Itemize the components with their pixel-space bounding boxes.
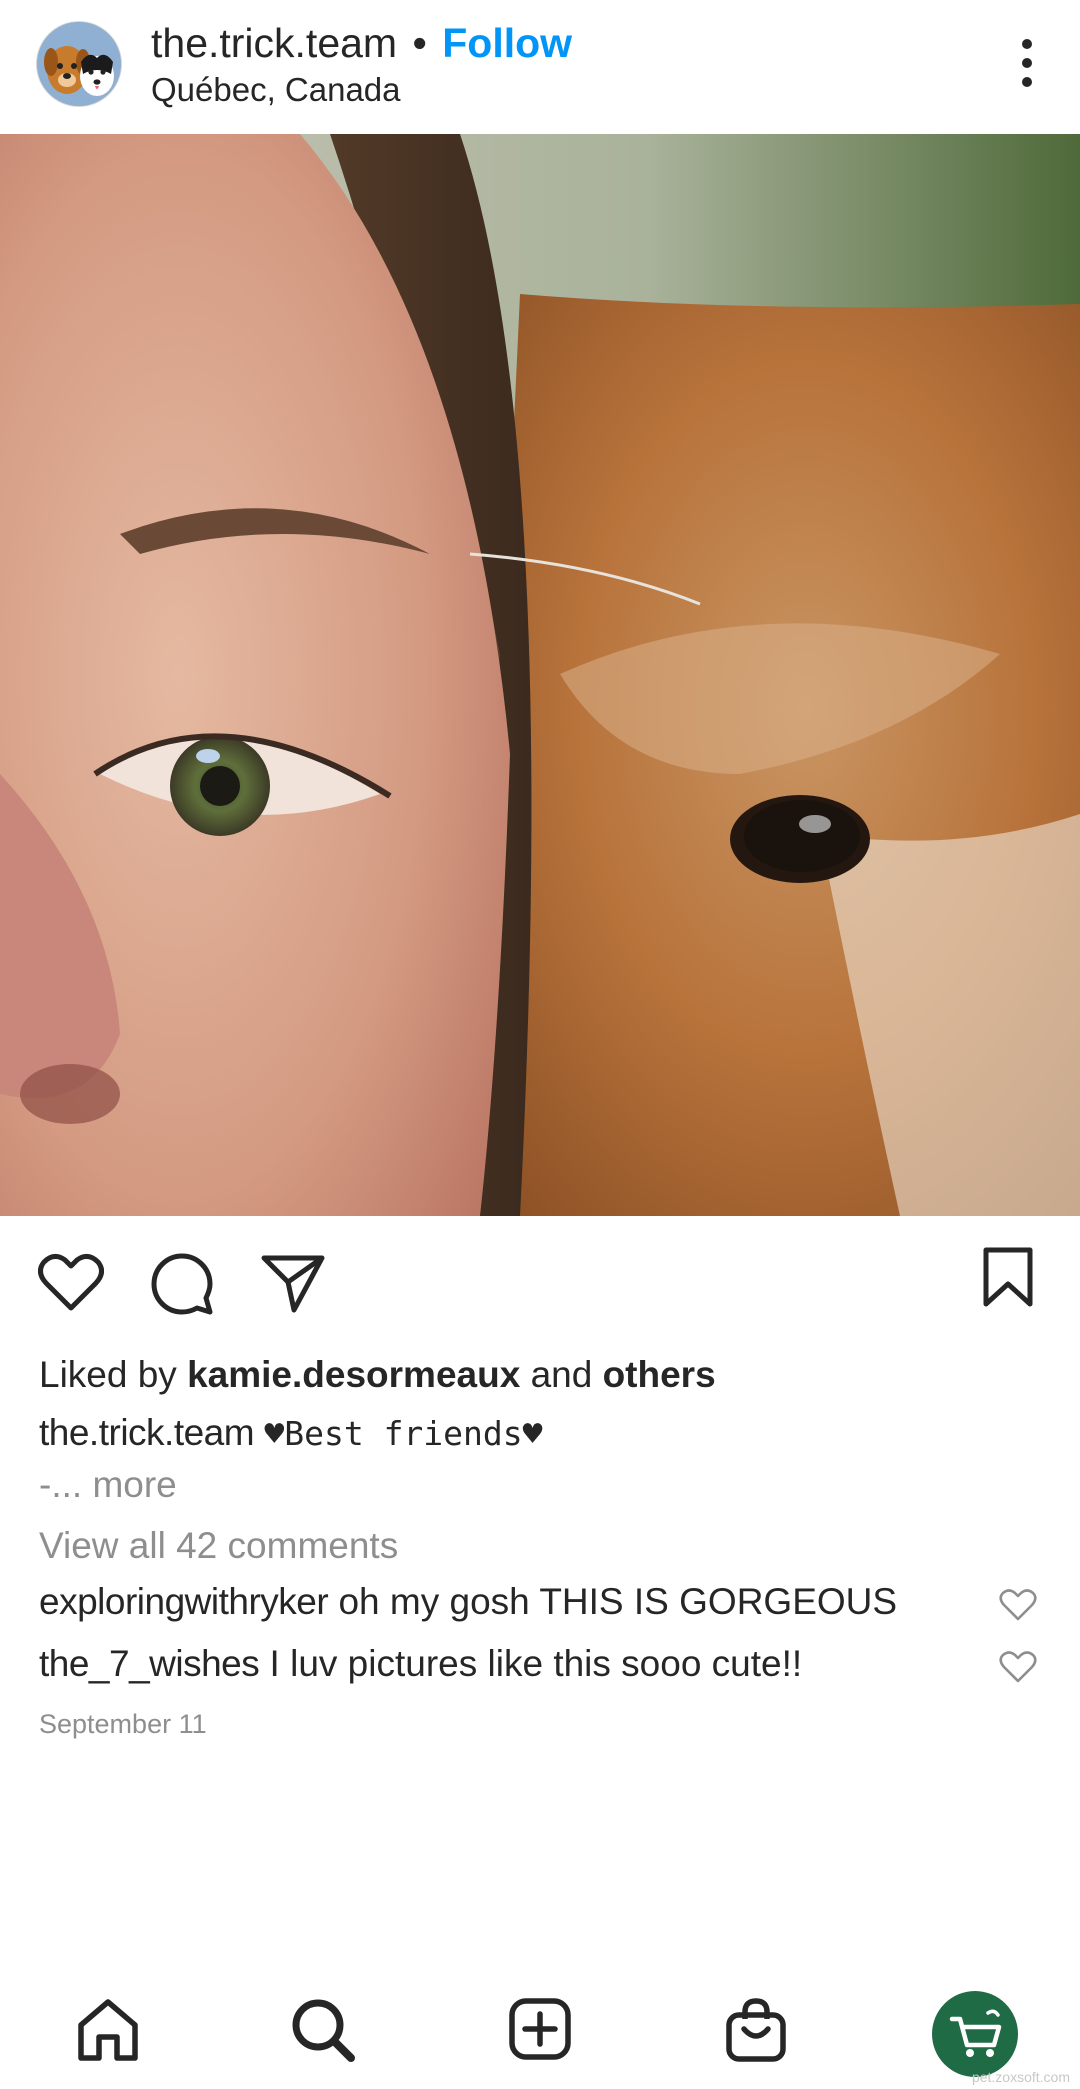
home-icon <box>78 1999 138 2061</box>
heart-icon <box>38 1254 104 1311</box>
likes-connector: and <box>530 1354 593 1395</box>
comment-username[interactable]: the_7_wishes <box>39 1643 260 1684</box>
header-title-row: the.trick.team • Follow <box>151 18 572 68</box>
nav-search[interactable] <box>290 1997 356 2068</box>
share-button[interactable] <box>260 1252 326 1319</box>
create-icon <box>509 1998 571 2060</box>
comment-like-button[interactable] <box>999 1647 1037 1683</box>
watermark: pet.zoxsoft.com <box>971 2069 1070 2085</box>
nav-home[interactable] <box>76 1997 140 2068</box>
nav-create[interactable] <box>508 1997 572 2066</box>
post-date: September 11 <box>39 1709 207 1739</box>
shopping-bag-icon <box>726 1998 786 2062</box>
avatar[interactable] <box>37 22 121 106</box>
likes-user[interactable]: kamie.desormeaux <box>187 1354 520 1395</box>
comment-row: exploringwithryker oh my gosh THIS IS GO… <box>39 1577 1039 1633</box>
photo-image <box>0 134 1080 1216</box>
bookmark-icon <box>983 1247 1033 1307</box>
comment-row: the_7_wishes I luv pictures like this so… <box>39 1639 1039 1695</box>
dogs-avatar-icon <box>37 22 121 106</box>
more-vertical-icon <box>1022 39 1032 87</box>
caption-username[interactable]: the.trick.team <box>39 1412 255 1453</box>
caption-more-row: -... more <box>39 1460 177 1510</box>
search-icon <box>292 1999 355 2062</box>
comment-text: I luv pictures like this sooo cute!! <box>269 1643 803 1684</box>
comment-username[interactable]: exploringwithryker <box>39 1581 329 1622</box>
share-icon <box>261 1255 325 1313</box>
comment-button[interactable] <box>150 1252 214 1321</box>
comment-text: oh my gosh THIS IS GORGEOUS <box>338 1581 898 1622</box>
like-button[interactable] <box>38 1252 104 1319</box>
post-photo[interactable] <box>0 134 1080 1216</box>
likes-prefix: Liked by <box>39 1354 177 1395</box>
location-label[interactable]: Québec, Canada <box>151 70 572 110</box>
follow-button[interactable]: Follow <box>442 20 572 66</box>
action-bar <box>0 1216 1080 1346</box>
caption-continuation: - <box>39 1464 52 1505</box>
likes-others[interactable]: others <box>603 1354 716 1395</box>
caption-text: ♥Best friends♥ <box>264 1414 543 1453</box>
post-header: the.trick.team • Follow Québec, Canada <box>0 0 1080 134</box>
separator-dot: • <box>412 20 427 66</box>
view-all-comments-link[interactable]: View all 42 comments <box>39 1521 398 1571</box>
save-button[interactable] <box>980 1246 1036 1315</box>
header-text: the.trick.team • Follow Québec, Canada <box>151 18 572 110</box>
heart-icon <box>999 1651 1037 1683</box>
comment-like-button[interactable] <box>999 1585 1037 1621</box>
header-username[interactable]: the.trick.team <box>151 20 397 66</box>
caption: the.trick.team ♥Best friends♥ <box>39 1408 543 1459</box>
more-options-button[interactable] <box>1012 38 1042 88</box>
shop-cart-button[interactable] <box>932 1991 1018 2077</box>
shop-cart-icon <box>949 2009 1002 2057</box>
caption-more-link[interactable]: ... more <box>51 1464 176 1505</box>
comment-icon <box>151 1253 213 1315</box>
nav-shop[interactable] <box>724 1997 788 2068</box>
bottom-nav: pet.zoxsoft.com <box>0 1975 1080 2089</box>
likes-summary[interactable]: Liked by kamie.desormeaux and others <box>39 1350 716 1400</box>
heart-icon <box>999 1589 1037 1621</box>
